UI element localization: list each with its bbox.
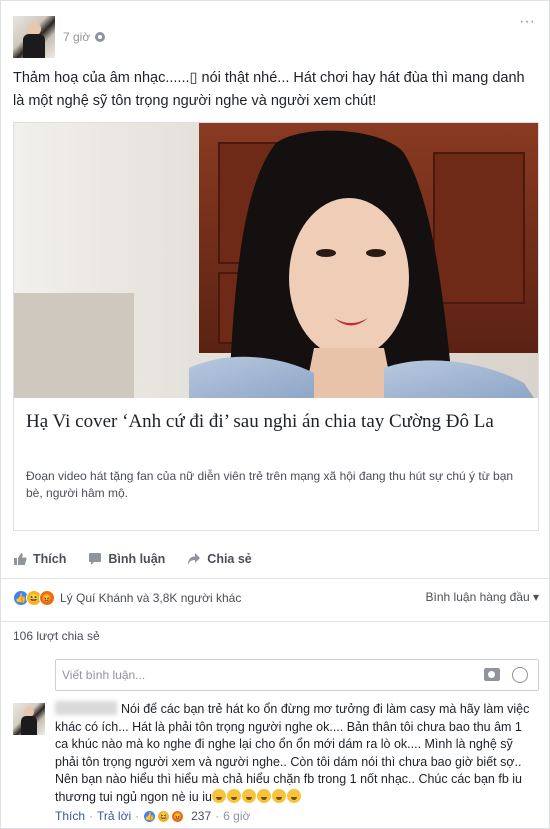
like-reaction-icon[interactable]: 👍 xyxy=(143,809,157,823)
preview-description: Đoạn video hát tặng fan của nữ diễn viên… xyxy=(26,469,514,500)
emoji-icon xyxy=(226,788,241,803)
reactions-bar: 👍 😆 😡 Lý Quí Khánh và 3,8K người khác Bì… xyxy=(13,588,539,608)
emoji-icon xyxy=(241,788,256,803)
comment-reply-link[interactable]: Trả lời xyxy=(97,809,131,823)
comment-icon xyxy=(89,553,102,565)
comment-input[interactable] xyxy=(62,668,442,682)
reaction-names[interactable]: Lý Quí Khánh và 3,8K người khác xyxy=(60,591,241,605)
preview-title[interactable]: Hạ Vi cover ‘Anh cứ đi đi’ sau nghi án c… xyxy=(26,409,526,435)
comment-time[interactable]: 6 giờ xyxy=(223,809,250,823)
emoji-icon xyxy=(256,788,271,803)
angry-reaction-icon[interactable]: 😡 xyxy=(39,590,55,606)
share-count[interactable]: 106 lượt chia sẻ xyxy=(13,629,100,643)
emoji-icon xyxy=(271,788,286,803)
more-options-icon[interactable]: ··· xyxy=(519,13,535,31)
post-time[interactable]: 7 giờ xyxy=(63,30,90,44)
angry-reaction-icon[interactable]: 😡 xyxy=(171,809,185,823)
comment-sort-label: Bình luận hàng đầu xyxy=(425,590,530,604)
comment-text: Nói để các bạn trẻ hát ko ổn đừng mơ tưở… xyxy=(55,701,530,806)
comment-sort-dropdown[interactable]: Bình luận hàng đầu ▾ xyxy=(426,590,539,604)
separator: · xyxy=(135,809,140,823)
post-card: 7 giờ ··· Thảm hoạ của âm nhạc......▯ nó… xyxy=(0,0,550,829)
commenter-avatar[interactable] xyxy=(13,703,45,735)
comment-like-link[interactable]: Thích xyxy=(55,809,85,823)
post-actions: Thích Bình luận Chia sẻ xyxy=(13,546,539,572)
thumbs-up-icon xyxy=(14,553,27,565)
share-label: Chia sẻ xyxy=(207,552,252,566)
like-label: Thích xyxy=(33,552,67,566)
comment-reaction-count[interactable]: 237 xyxy=(191,809,211,823)
separator: · xyxy=(215,809,220,823)
post-text: Thảm hoạ của âm nhạc......▯ nói thật nhé… xyxy=(13,70,525,109)
preview-image-graphic xyxy=(14,123,538,398)
divider xyxy=(1,621,550,622)
emoji-icon[interactable] xyxy=(512,667,528,683)
comment-meta: Thích · Trả lời · 👍 😆 😡 237 · 6 giờ xyxy=(55,809,250,823)
chevron-down-icon: ▾ xyxy=(532,590,539,604)
comment-button[interactable]: Bình luận xyxy=(88,552,165,566)
separator: · xyxy=(89,809,94,823)
post-meta: 7 giờ xyxy=(63,30,106,44)
link-preview[interactable]: Hạ Vi cover ‘Anh cứ đi đi’ sau nghi án c… xyxy=(13,122,539,531)
camera-icon[interactable] xyxy=(484,668,500,681)
globe-icon xyxy=(95,32,106,42)
emoji-icon xyxy=(286,788,301,803)
comment-label: Bình luận xyxy=(108,552,166,566)
emoji-icon xyxy=(211,788,226,803)
share-button[interactable]: Chia sẻ xyxy=(187,552,252,566)
share-icon xyxy=(188,553,201,565)
like-button[interactable]: Thích xyxy=(13,552,66,566)
preview-image[interactable] xyxy=(14,123,538,398)
haha-reaction-icon[interactable]: 😆 xyxy=(157,809,171,823)
comment-composer xyxy=(55,659,539,691)
divider xyxy=(1,578,550,579)
author-avatar[interactable] xyxy=(13,16,55,58)
post-header: 7 giờ xyxy=(13,15,106,59)
